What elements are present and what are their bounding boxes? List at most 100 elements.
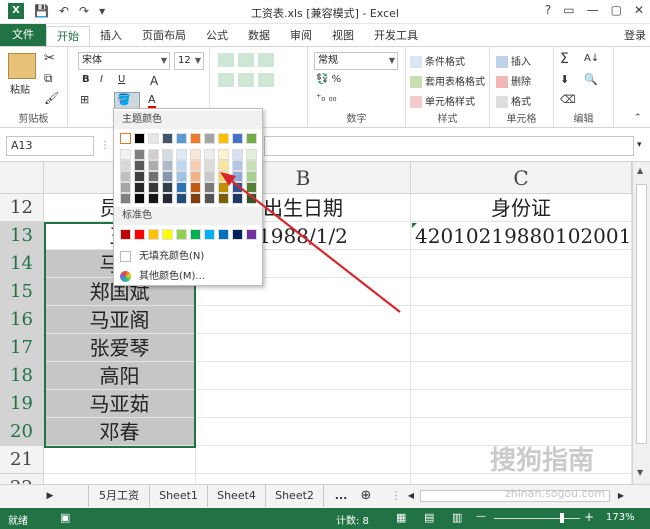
cell-style-button[interactable]: 单元格样式 xyxy=(410,93,475,108)
theme-shade-swatch[interactable] xyxy=(190,160,201,171)
theme-shade-swatch[interactable] xyxy=(148,149,159,160)
delete-cells-button[interactable]: 删除 xyxy=(496,73,531,88)
theme-shade-swatch[interactable] xyxy=(120,193,131,204)
theme-color-swatch[interactable] xyxy=(218,133,229,144)
standard-color-swatch[interactable] xyxy=(176,229,187,240)
standard-color-swatch[interactable] xyxy=(134,229,145,240)
theme-color-swatch[interactable] xyxy=(134,133,145,144)
cell-a16[interactable]: 马亚阁 xyxy=(44,306,196,334)
theme-shade-swatch[interactable] xyxy=(218,171,229,182)
cut-icon[interactable]: ✂ xyxy=(44,51,55,66)
paste-icon[interactable] xyxy=(8,53,36,79)
theme-shade-swatch[interactable] xyxy=(162,171,173,182)
sheet-scroll-right-icon[interactable]: ▶ xyxy=(40,485,60,507)
theme-shade-swatch[interactable] xyxy=(134,193,145,204)
tab-formulas[interactable]: 公式 xyxy=(196,26,238,46)
zoom-level[interactable]: 173% xyxy=(606,512,635,523)
theme-shade-swatch[interactable] xyxy=(232,193,243,204)
row-header[interactable]: 21 xyxy=(0,446,44,474)
autosum-icon[interactable]: Σ xyxy=(560,51,569,67)
theme-shade-swatch[interactable] xyxy=(162,160,173,171)
theme-color-swatch[interactable] xyxy=(162,133,173,144)
align-top-icon[interactable] xyxy=(218,53,234,67)
close-icon[interactable]: ✕ xyxy=(634,3,644,17)
cell-a22[interactable] xyxy=(44,474,196,484)
theme-shade-swatch[interactable] xyxy=(162,193,173,204)
standard-color-swatch[interactable] xyxy=(148,229,159,240)
cell-c17[interactable] xyxy=(411,334,632,362)
row-header[interactable]: 22 xyxy=(0,474,44,484)
tab-view[interactable]: 视图 xyxy=(322,26,364,46)
italic-button[interactable]: I xyxy=(100,74,103,85)
sort-filter-icon[interactable]: A↓ xyxy=(584,53,599,64)
hscroll-left-icon[interactable]: ◀ xyxy=(404,485,418,507)
theme-shade-swatch[interactable] xyxy=(176,171,187,182)
cell-b22[interactable] xyxy=(196,474,411,484)
scroll-down-icon[interactable]: ▼ xyxy=(637,468,643,477)
no-fill-option[interactable]: 无填充颜色(N) xyxy=(120,247,204,262)
theme-color-swatch[interactable] xyxy=(148,133,159,144)
find-icon[interactable]: 🔍 xyxy=(584,73,598,86)
zoom-slider-thumb[interactable] xyxy=(560,513,564,523)
bold-button[interactable]: B xyxy=(82,74,90,85)
ribbon-display-icon[interactable]: ▭ xyxy=(563,3,574,17)
standard-color-swatch[interactable] xyxy=(246,229,257,240)
align-right-icon[interactable] xyxy=(258,73,274,87)
theme-shade-swatch[interactable] xyxy=(246,149,257,160)
row-header[interactable]: 19 xyxy=(0,390,44,418)
theme-shade-swatch[interactable] xyxy=(134,149,145,160)
standard-color-swatch[interactable] xyxy=(204,229,215,240)
cell-a17[interactable]: 张爱琴 xyxy=(44,334,196,362)
theme-color-swatch[interactable] xyxy=(204,133,215,144)
table-format-button[interactable]: 套用表格格式 xyxy=(410,73,485,88)
tab-home[interactable]: 开始 xyxy=(46,26,90,46)
row-header[interactable]: 18 xyxy=(0,362,44,390)
theme-shade-swatch[interactable] xyxy=(218,182,229,193)
normal-view-icon[interactable]: ▦ xyxy=(396,511,406,524)
theme-shade-swatch[interactable] xyxy=(190,193,201,204)
cell-b17[interactable] xyxy=(196,334,411,362)
theme-shade-swatch[interactable] xyxy=(246,160,257,171)
zoom-in-icon[interactable]: + xyxy=(584,510,594,524)
row-header[interactable]: 17 xyxy=(0,334,44,362)
font-color-icon[interactable]: A xyxy=(148,93,156,109)
row-header[interactable]: 16 xyxy=(0,306,44,334)
decimal-icon[interactable]: ⁺₀ ₀₀ xyxy=(316,93,336,104)
help-icon[interactable]: ? xyxy=(545,3,551,17)
macro-record-icon[interactable]: ▣ xyxy=(60,511,70,524)
cell-a19[interactable]: 马亚茹 xyxy=(44,390,196,418)
theme-shade-swatch[interactable] xyxy=(148,160,159,171)
cell-b21[interactable] xyxy=(196,446,411,474)
theme-shade-swatch[interactable] xyxy=(204,160,215,171)
theme-shade-swatch[interactable] xyxy=(218,160,229,171)
theme-shade-swatch[interactable] xyxy=(162,149,173,160)
more-sheets-button[interactable]: ... xyxy=(328,485,354,507)
cell-c12[interactable]: 身份证 xyxy=(411,194,632,222)
theme-shade-swatch[interactable] xyxy=(232,182,243,193)
align-center-icon[interactable] xyxy=(238,73,254,87)
maximize-icon[interactable]: ▢ xyxy=(611,3,622,17)
theme-shade-swatch[interactable] xyxy=(120,160,131,171)
theme-shade-swatch[interactable] xyxy=(120,182,131,193)
cell-b18[interactable] xyxy=(196,362,411,390)
theme-shade-swatch[interactable] xyxy=(148,193,159,204)
sheet-tab-sheet2[interactable]: Sheet2 xyxy=(266,485,324,507)
copy-icon[interactable]: ⧉ xyxy=(44,71,53,86)
cell-a21[interactable] xyxy=(44,446,196,474)
login-link[interactable]: 登录 xyxy=(624,27,646,43)
theme-shade-swatch[interactable] xyxy=(204,149,215,160)
theme-shade-swatch[interactable] xyxy=(218,149,229,160)
theme-shade-swatch[interactable] xyxy=(120,149,131,160)
align-bottom-icon[interactable] xyxy=(258,53,274,67)
theme-shade-swatch[interactable] xyxy=(204,171,215,182)
formula-input[interactable] xyxy=(264,136,634,156)
theme-shade-swatch[interactable] xyxy=(232,171,243,182)
cell-a20[interactable]: 邓春 xyxy=(44,418,196,446)
underline-button[interactable]: U xyxy=(118,74,125,85)
error-indicator-icon[interactable] xyxy=(412,223,417,228)
vertical-scrollbar[interactable]: ▲ ▼ xyxy=(632,162,650,484)
sheet-tab-sheet1[interactable]: Sheet1 xyxy=(150,485,208,507)
zoom-out-icon[interactable]: — xyxy=(476,511,486,522)
tab-data[interactable]: 数据 xyxy=(238,26,280,46)
currency-icon[interactable]: 💱 % xyxy=(316,74,341,85)
